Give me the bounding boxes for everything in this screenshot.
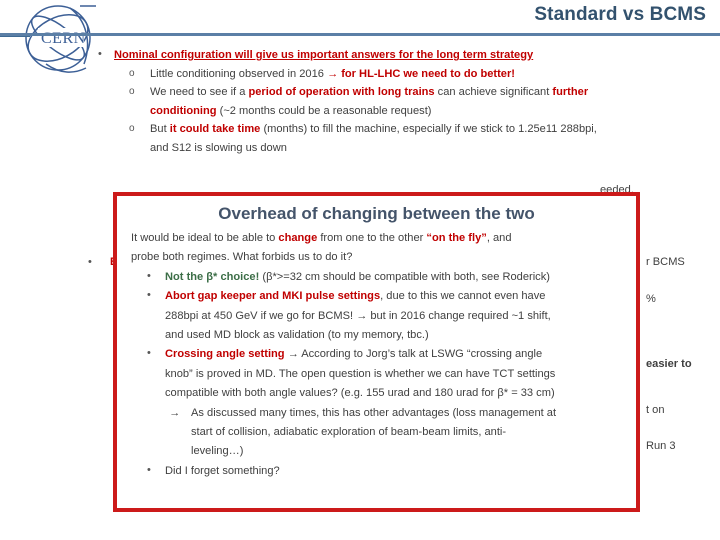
overlay-bullet-4: • Did I forget something? bbox=[129, 462, 624, 481]
overlay-callout-box: Overhead of changing between the two It … bbox=[113, 192, 640, 512]
overlay-bullet-3-rest: → According to Jorg’s talk at LSWG “cros… bbox=[284, 348, 543, 361]
overlay-bullet-3-lead: Crossing angle setting bbox=[165, 348, 285, 361]
overlay-bullet-3: • Crossing angle setting → According to … bbox=[129, 345, 624, 364]
intro-1-part-5: , and bbox=[486, 232, 512, 244]
page-title: Standard vs BCMS bbox=[534, 4, 706, 25]
sub-item-2-part-1: We need to see if a bbox=[150, 86, 249, 99]
overlay-bullet-3-line-3: compatible with both angle values? (e.g.… bbox=[165, 387, 555, 400]
bullet-marker: • bbox=[147, 463, 151, 476]
sub-bullet-marker: o bbox=[129, 86, 135, 98]
sub-item-3-cont-text: and S12 is slowing us down bbox=[150, 141, 287, 154]
bullet-marker: • bbox=[98, 48, 102, 60]
overlay-bullet-2-line-3: and used MD block as validation (to my m… bbox=[165, 329, 429, 342]
sub-item-3-part-1: But bbox=[150, 123, 170, 136]
overlay-sub-arrow-line-2: start of collision, adiabatic exploratio… bbox=[191, 426, 507, 439]
overlay-bullet-4-text: Did I forget something? bbox=[165, 464, 280, 477]
overlay-sub-arrow-line-1: → As discussed many times, this has othe… bbox=[129, 404, 624, 423]
sub-bullet-marker: o bbox=[129, 123, 135, 135]
intro-1-part-2: change bbox=[278, 232, 318, 244]
occluded-fragment-right-1: r BCMS bbox=[646, 256, 685, 268]
bullet-level1: • Nominal configuration will give us imp… bbox=[88, 46, 716, 65]
sub-item-1-part-2: → for HL-LHC we need to do better! bbox=[327, 67, 515, 80]
sub-item-2-part-2: period of operation with long trains bbox=[248, 86, 435, 99]
sub-item-1: o Little conditioning observed in 2016 →… bbox=[88, 65, 716, 84]
header-divider bbox=[0, 33, 720, 36]
overlay-sub-arrow-text-1: As discussed many times, this has other … bbox=[191, 406, 557, 419]
occluded-fragment-right-4: t on bbox=[646, 404, 665, 416]
bullet-marker: • bbox=[147, 289, 151, 302]
overlay-bullet-3-line-2: knob” is proved in MD. The open question… bbox=[165, 367, 556, 380]
sub-item-2-cont-part-1: conditioning bbox=[150, 104, 217, 117]
sub-item-3: o But it could take time (months) to fil… bbox=[88, 120, 716, 139]
overlay-bullet-1-lead: Not the β* choice! bbox=[165, 270, 260, 283]
overlay-bullet-1: • Not the β* choice! (β*>=32 cm should b… bbox=[129, 268, 624, 287]
slide-body: • Nominal configuration will give us imp… bbox=[88, 46, 716, 158]
overlay-intro-line-1: It would be ideal to be able to change f… bbox=[129, 229, 624, 248]
overlay-bullet-2-lead: Abort gap keeper and MKI pulse settings bbox=[165, 290, 381, 303]
sub-item-3-part-2: it could take time bbox=[169, 123, 261, 136]
overlay-bullet-2-line-2: 288bpi at 450 GeV if we go for BCMS! → b… bbox=[165, 309, 551, 322]
sub-item-3-part-3: (months) to fill the machine, especially… bbox=[260, 123, 597, 136]
intro-1-part-1: It would be ideal to be able to bbox=[131, 232, 279, 244]
arrow-icon: → bbox=[169, 406, 181, 419]
sub-item-3-cont: and S12 is slowing us down bbox=[88, 139, 716, 158]
intro-2-text: probe both regimes. What forbids us to d… bbox=[131, 251, 353, 264]
sub-item-2-cont-part-2: (~2 months could be a reasonable request… bbox=[216, 104, 432, 117]
sub-item-2-cont: conditioning (~2 months could be a reaso… bbox=[88, 102, 716, 121]
sub-item-2: o We need to see if a period of operatio… bbox=[88, 83, 716, 102]
bullet-marker: • bbox=[147, 347, 151, 360]
sub-bullet-marker: o bbox=[129, 67, 135, 79]
overlay-title: Overhead of changing between the two bbox=[218, 204, 535, 223]
intro-1-part-4: “on the fly” bbox=[426, 232, 487, 244]
sub-item-2-part-3: can achieve significant bbox=[434, 86, 553, 99]
occluded-bullet-marker: • bbox=[88, 256, 92, 268]
occluded-fragment-right-2: % bbox=[646, 293, 656, 305]
occluded-fragment-right-5: Run 3 bbox=[646, 440, 676, 452]
overlay-bullet-2: • Abort gap keeper and MKI pulse setting… bbox=[129, 287, 624, 306]
overlay-bullet-1-rest: (β*>=32 cm should be compatible with bot… bbox=[259, 270, 550, 283]
bullet-marker: • bbox=[147, 269, 151, 282]
overlay-body: It would be ideal to be able to change f… bbox=[129, 229, 624, 481]
overlay-sub-arrow-line-3: leveling…) bbox=[191, 445, 244, 458]
sub-item-2-part-4: further bbox=[552, 86, 589, 99]
bullet-level1-text: Nominal configuration will give us impor… bbox=[114, 49, 534, 61]
occluded-fragment-right-3: easier to bbox=[646, 358, 692, 370]
sub-item-1-part-1: Little conditioning observed in 2016 bbox=[150, 67, 328, 80]
intro-1-part-3: from one to the other bbox=[317, 232, 427, 244]
overlay-intro-line-2: probe both regimes. What forbids us to d… bbox=[129, 248, 624, 267]
overlay-bullet-2-rest: , due to this we cannot even have bbox=[380, 290, 546, 303]
